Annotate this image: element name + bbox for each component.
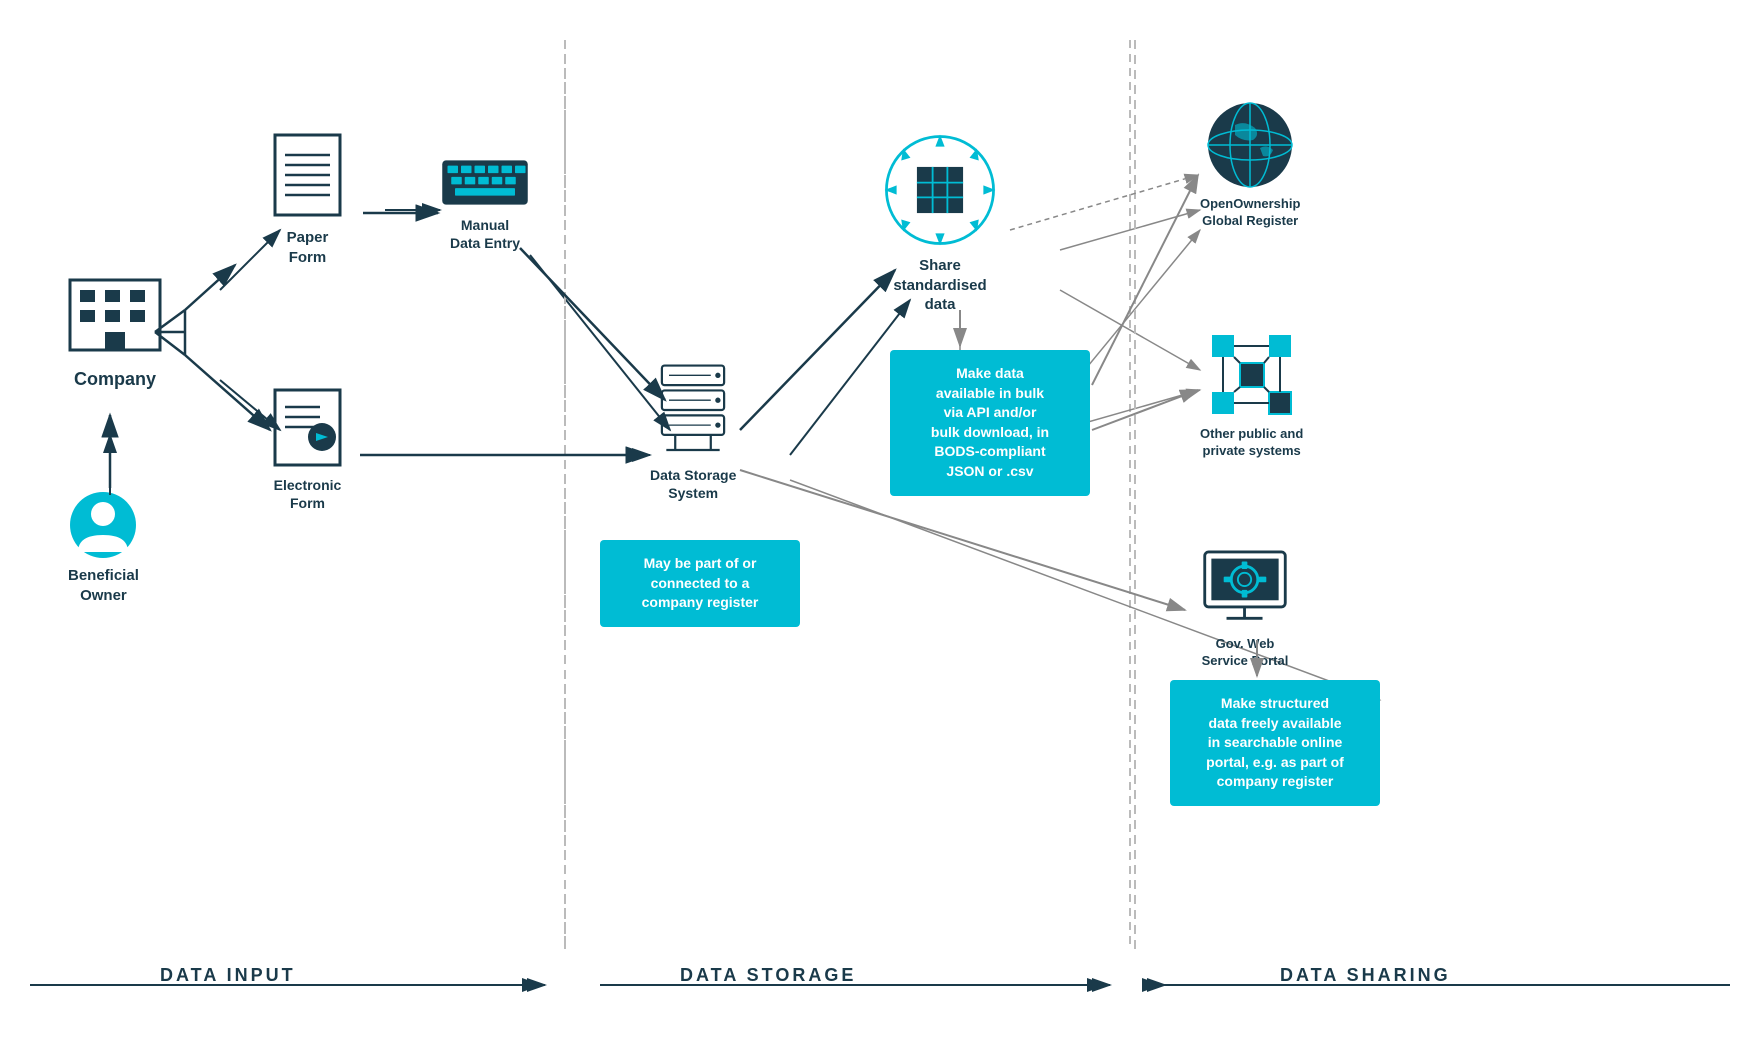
globe-icon: [1205, 100, 1295, 190]
bulk-api-text: Make dataavailable in bulkvia API and/or…: [931, 365, 1049, 479]
electronic-form-icon-box: ElectronicForm: [270, 385, 345, 512]
person-icon: [68, 490, 138, 560]
electronic-form-icon: [270, 385, 345, 470]
share-data-label: Sharestandardiseddata: [893, 256, 986, 315]
manual-data-entry-label: ManualData Entry: [450, 216, 520, 252]
manual-entry-icon-box: ManualData Entry: [440, 155, 530, 252]
openownership-icon-box: OpenOwnershipGlobal Register: [1200, 100, 1300, 230]
paper-form-label: PaperForm: [287, 228, 329, 267]
gov-portal-label: Gov. WebService Portal: [1202, 636, 1289, 670]
searchable-portal-text: Make structureddata freely availablein s…: [1206, 695, 1344, 789]
bo-to-company-arrow: [95, 430, 125, 500]
bulk-api-box: Make dataavailable in bulkvia API and/or…: [890, 350, 1090, 496]
other-systems-icon-box: Other public andprivate systems: [1200, 330, 1303, 460]
company-register-text: May be part of orconnected to acompany r…: [642, 555, 759, 610]
beneficial-owner-icon-box: BeneficialOwner: [68, 490, 139, 605]
network-icon: [1207, 330, 1297, 420]
server-icon: [653, 360, 733, 460]
data-storage-icon-box: Data StorageSystem: [650, 360, 736, 502]
share-data-icon-box: Sharestandardiseddata: [880, 130, 1000, 315]
paper-form-icon-box: PaperForm: [270, 130, 345, 267]
data-storage-label-section: DATA STORAGE: [680, 965, 856, 986]
electronic-form-label: ElectronicForm: [274, 476, 342, 512]
searchable-portal-box: Make structureddata freely availablein s…: [1170, 680, 1380, 806]
company-register-box: May be part of orconnected to acompany r…: [600, 540, 800, 627]
data-input-label: DATA INPUT: [160, 965, 296, 986]
gov-portal-icon-box: Gov. WebService Portal: [1200, 545, 1290, 670]
share-icon: [880, 130, 1000, 250]
beneficial-owner-label: BeneficialOwner: [68, 566, 139, 605]
keyboard-icon: [440, 155, 530, 210]
company-label: Company: [74, 368, 156, 391]
monitor-icon: [1200, 545, 1290, 630]
paper-form-icon: [270, 130, 345, 220]
data-sharing-label: DATA SHARING: [1280, 965, 1451, 986]
company-icon-box: Company: [60, 270, 170, 391]
data-storage-label: Data StorageSystem: [650, 466, 736, 502]
building-icon: [60, 270, 170, 360]
openownership-label: OpenOwnershipGlobal Register: [1200, 196, 1300, 230]
diagram-container: Company BeneficialOwner PaperForm: [0, 0, 1760, 1046]
other-systems-label: Other public andprivate systems: [1200, 426, 1303, 460]
